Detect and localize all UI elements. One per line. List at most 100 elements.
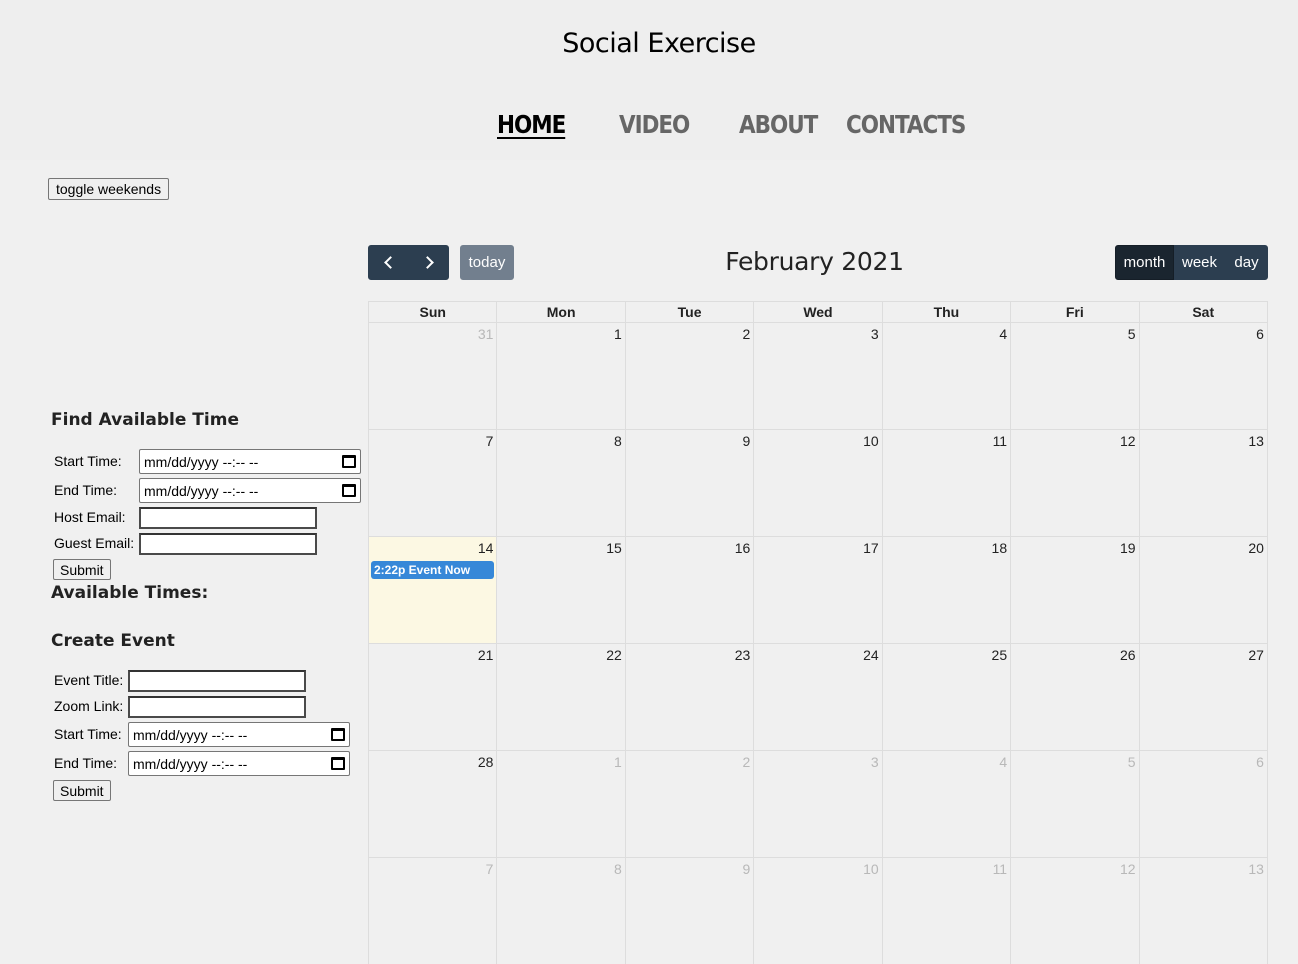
calendar-day[interactable]: 10 [753, 858, 881, 964]
day-number[interactable]: 16 [735, 540, 751, 556]
day-number[interactable]: 13 [1248, 861, 1264, 877]
find-end-datetime-input[interactable]: mm/dd/yyyy --:-- -- [139, 478, 361, 503]
day-number[interactable]: 3 [871, 326, 879, 342]
day-number[interactable]: 8 [614, 433, 622, 449]
day-number[interactable]: 14 [478, 540, 494, 556]
calendar-day[interactable]: 12 [1010, 858, 1138, 964]
day-number[interactable]: 1 [614, 326, 622, 342]
calendar-day[interactable]: 31 [369, 323, 496, 429]
calendar-day[interactable]: 2 [624, 751, 753, 857]
week-view-button[interactable]: week [1174, 245, 1225, 280]
nav-home[interactable]: Home [497, 110, 566, 139]
calendar-day[interactable]: 7 [369, 430, 496, 536]
day-number[interactable]: 12 [1120, 433, 1136, 449]
day-number[interactable]: 3 [871, 754, 879, 770]
calendar-day[interactable]: 22 [496, 644, 624, 750]
calendar-day[interactable]: 13 [1138, 858, 1267, 964]
day-number[interactable]: 20 [1248, 540, 1264, 556]
calendar-day[interactable]: 10 [753, 430, 881, 536]
day-number[interactable]: 17 [863, 540, 879, 556]
day-number[interactable]: 19 [1120, 540, 1136, 556]
calendar-day[interactable]: 19 [1010, 537, 1138, 643]
calendar-day[interactable]: 16 [624, 537, 753, 643]
day-number[interactable]: 27 [1248, 647, 1264, 663]
calendar-day[interactable]: 3 [753, 751, 881, 857]
day-view-button[interactable]: day [1225, 245, 1268, 280]
day-number[interactable]: 25 [992, 647, 1008, 663]
nav-about[interactable]: About [739, 110, 818, 139]
day-number[interactable]: 8 [614, 861, 622, 877]
day-number[interactable]: 4 [999, 754, 1007, 770]
calendar-event[interactable]: 2:22p Event Now [371, 561, 495, 579]
day-number[interactable]: 31 [478, 326, 494, 342]
day-number[interactable]: 22 [606, 647, 622, 663]
day-number[interactable]: 11 [993, 433, 1008, 449]
day-number[interactable]: 2 [742, 326, 750, 342]
calendar-day[interactable]: 3 [753, 323, 881, 429]
day-number[interactable]: 2 [742, 754, 750, 770]
host-email-field[interactable] [139, 507, 317, 529]
day-number[interactable]: 10 [863, 861, 879, 877]
calendar-day[interactable]: 25 [881, 644, 1010, 750]
find-start-datetime-input[interactable]: mm/dd/yyyy --:-- -- [139, 449, 361, 474]
day-number[interactable]: 24 [863, 647, 879, 663]
day-number[interactable]: 13 [1248, 433, 1264, 449]
calendar-day[interactable]: 11 [881, 858, 1010, 964]
day-number[interactable]: 5 [1128, 326, 1136, 342]
calendar-day[interactable]: 17 [753, 537, 881, 643]
calendar-day[interactable]: 12 [1010, 430, 1138, 536]
calendar-icon[interactable] [342, 484, 356, 497]
day-number[interactable]: 11 [993, 861, 1008, 877]
calendar-day[interactable]: 20 [1138, 537, 1267, 643]
calendar-day[interactable]: 1 [496, 751, 624, 857]
calendar-day[interactable]: 8 [496, 430, 624, 536]
day-number[interactable]: 28 [478, 754, 494, 770]
calendar-day[interactable]: 5 [1010, 751, 1138, 857]
calendar-day[interactable]: 26 [1010, 644, 1138, 750]
day-number[interactable]: 9 [742, 861, 750, 877]
day-number[interactable]: 12 [1120, 861, 1136, 877]
day-number[interactable]: 21 [478, 647, 494, 663]
calendar-day[interactable]: 13 [1138, 430, 1267, 536]
day-number[interactable]: 1 [614, 754, 622, 770]
calendar-day[interactable]: 24 [753, 644, 881, 750]
month-view-button[interactable]: month [1115, 245, 1174, 280]
calendar-day[interactable]: 6 [1138, 323, 1267, 429]
day-number[interactable]: 4 [999, 326, 1007, 342]
day-number[interactable]: 7 [486, 433, 494, 449]
toggle-weekends-button[interactable]: toggle weekends [48, 178, 170, 200]
create-end-datetime-input[interactable]: mm/dd/yyyy --:-- -- [128, 751, 350, 776]
calendar-day-today[interactable]: 14 2:22p Event Now [369, 537, 497, 643]
find-time-submit-button[interactable]: Submit [53, 559, 111, 580]
zoom-link-field[interactable] [128, 696, 306, 718]
calendar-day[interactable]: 1 [496, 323, 624, 429]
guest-email-field[interactable] [139, 533, 317, 555]
calendar-day[interactable]: 4 [881, 323, 1010, 429]
calendar-day[interactable]: 8 [496, 858, 624, 964]
day-number[interactable]: 6 [1256, 326, 1264, 342]
nav-contacts[interactable]: Contacts [846, 110, 966, 139]
calendar-icon[interactable] [342, 455, 356, 468]
nav-video[interactable]: Video [619, 110, 690, 139]
day-number[interactable]: 23 [735, 647, 751, 663]
create-start-datetime-input[interactable]: mm/dd/yyyy --:-- -- [128, 722, 350, 747]
day-number[interactable]: 6 [1256, 754, 1264, 770]
calendar-day[interactable]: 9 [624, 430, 753, 536]
day-number[interactable]: 9 [742, 433, 750, 449]
calendar-day[interactable]: 28 [369, 751, 496, 857]
day-number[interactable]: 7 [486, 861, 494, 877]
calendar-day[interactable]: 6 [1138, 751, 1267, 857]
day-number[interactable]: 5 [1128, 754, 1136, 770]
day-number[interactable]: 18 [992, 540, 1008, 556]
calendar-day[interactable]: 4 [881, 751, 1010, 857]
calendar-icon[interactable] [331, 757, 345, 770]
calendar-day[interactable]: 15 [496, 537, 624, 643]
calendar-day[interactable]: 18 [881, 537, 1010, 643]
create-event-submit-button[interactable]: Submit [53, 780, 111, 801]
calendar-day[interactable]: 5 [1010, 323, 1138, 429]
day-number[interactable]: 26 [1120, 647, 1136, 663]
calendar-day[interactable]: 23 [624, 644, 753, 750]
calendar-icon[interactable] [331, 728, 345, 741]
calendar-day[interactable]: 2 [624, 323, 753, 429]
calendar-day[interactable]: 27 [1138, 644, 1267, 750]
